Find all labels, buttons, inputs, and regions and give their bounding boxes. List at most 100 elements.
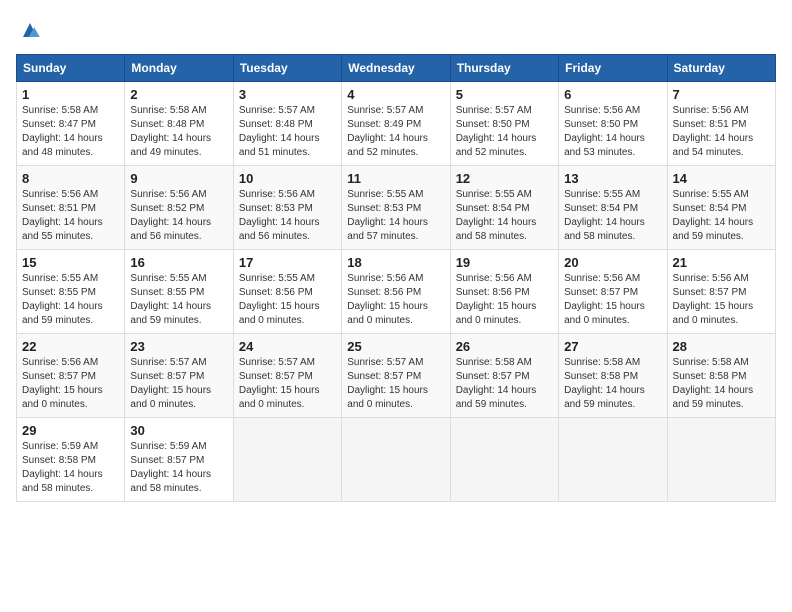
calendar-cell: 2 Sunrise: 5:58 AMSunset: 8:48 PMDaylight… xyxy=(125,82,233,166)
day-info: Sunrise: 5:56 AMSunset: 8:51 PMDaylight:… xyxy=(673,104,770,160)
day-info: Sunrise: 5:57 AMSunset: 8:57 PMDaylight:… xyxy=(130,356,227,412)
calendar-header-row: SundayMondayTuesdayWednesdayThursdayFrid… xyxy=(17,55,776,82)
day-info: Sunrise: 5:56 AMSunset: 8:57 PMDaylight:… xyxy=(673,272,770,328)
calendar-cell: 20Sunrise: 5:56 AMSunset: 8:57 PMDayligh… xyxy=(559,250,667,334)
col-header-saturday: Saturday xyxy=(667,55,775,82)
calendar-cell: 14 Sunrise: 5:55 AMSunset: 8:54 PMDayligh… xyxy=(667,166,775,250)
calendar-cell xyxy=(233,418,341,502)
col-header-sunday: Sunday xyxy=(17,55,125,82)
calendar-cell: 30Sunrise: 5:59 AMSunset: 8:57 PMDayligh… xyxy=(125,418,233,502)
calendar-cell: 1 Sunrise: 5:58 AMSunset: 8:47 PMDaylight… xyxy=(17,82,125,166)
day-info: Sunrise: 5:58 AMSunset: 8:58 PMDaylight:… xyxy=(673,356,770,412)
header xyxy=(16,16,776,44)
col-header-thursday: Thursday xyxy=(450,55,558,82)
calendar-cell: 5 Sunrise: 5:57 AMSunset: 8:50 PMDaylight… xyxy=(450,82,558,166)
day-info: Sunrise: 5:58 AMSunset: 8:47 PMDaylight:… xyxy=(22,104,119,160)
day-number: 12 xyxy=(456,171,553,186)
day-info: Sunrise: 5:56 AMSunset: 8:56 PMDaylight:… xyxy=(347,272,444,328)
calendar-cell xyxy=(342,418,450,502)
day-info: Sunrise: 5:55 AMSunset: 8:55 PMDaylight:… xyxy=(130,272,227,328)
day-info: Sunrise: 5:55 AMSunset: 8:56 PMDaylight:… xyxy=(239,272,336,328)
day-info: Sunrise: 5:56 AMSunset: 8:50 PMDaylight:… xyxy=(564,104,661,160)
col-header-monday: Monday xyxy=(125,55,233,82)
day-number: 15 xyxy=(22,255,119,270)
day-number: 3 xyxy=(239,87,336,102)
calendar-table: SundayMondayTuesdayWednesdayThursdayFrid… xyxy=(16,54,776,502)
day-info: Sunrise: 5:57 AMSunset: 8:48 PMDaylight:… xyxy=(239,104,336,160)
week-row-4: 22 Sunrise: 5:56 AMSunset: 8:57 PMDayligh… xyxy=(17,334,776,418)
day-info: Sunrise: 5:57 AMSunset: 8:49 PMDaylight:… xyxy=(347,104,444,160)
day-info: Sunrise: 5:55 AMSunset: 8:54 PMDaylight:… xyxy=(564,188,661,244)
day-info: Sunrise: 5:56 AMSunset: 8:56 PMDaylight:… xyxy=(456,272,553,328)
calendar-cell: 17 Sunrise: 5:55 AMSunset: 8:56 PMDayligh… xyxy=(233,250,341,334)
day-number: 6 xyxy=(564,87,661,102)
calendar-cell: 18Sunrise: 5:56 AMSunset: 8:56 PMDayligh… xyxy=(342,250,450,334)
calendar-cell xyxy=(450,418,558,502)
day-number: 28 xyxy=(673,339,770,354)
calendar-cell: 15 Sunrise: 5:55 AMSunset: 8:55 PMDayligh… xyxy=(17,250,125,334)
day-info: Sunrise: 5:55 AMSunset: 8:54 PMDaylight:… xyxy=(673,188,770,244)
day-number: 29 xyxy=(22,423,119,438)
day-info: Sunrise: 5:56 AMSunset: 8:51 PMDaylight:… xyxy=(22,188,119,244)
calendar-cell: 22 Sunrise: 5:56 AMSunset: 8:57 PMDayligh… xyxy=(17,334,125,418)
day-info: Sunrise: 5:56 AMSunset: 8:57 PMDaylight:… xyxy=(22,356,119,412)
day-number: 17 xyxy=(239,255,336,270)
day-number: 10 xyxy=(239,171,336,186)
day-number: 7 xyxy=(673,87,770,102)
calendar-cell: 27 Sunrise: 5:58 AMSunset: 8:58 PMDayligh… xyxy=(559,334,667,418)
day-info: Sunrise: 5:57 AMSunset: 8:57 PMDaylight:… xyxy=(347,356,444,412)
calendar-cell: 25 Sunrise: 5:57 AMSunset: 8:57 PMDayligh… xyxy=(342,334,450,418)
calendar-cell: 9 Sunrise: 5:56 AMSunset: 8:52 PMDaylight… xyxy=(125,166,233,250)
calendar-cell: 11 Sunrise: 5:55 AMSunset: 8:53 PMDayligh… xyxy=(342,166,450,250)
logo xyxy=(16,16,48,44)
calendar-cell xyxy=(667,418,775,502)
day-number: 27 xyxy=(564,339,661,354)
day-number: 13 xyxy=(564,171,661,186)
col-header-friday: Friday xyxy=(559,55,667,82)
calendar-cell: 13 Sunrise: 5:55 AMSunset: 8:54 PMDayligh… xyxy=(559,166,667,250)
day-number: 4 xyxy=(347,87,444,102)
day-info: Sunrise: 5:55 AMSunset: 8:55 PMDaylight:… xyxy=(22,272,119,328)
calendar-cell: 23 Sunrise: 5:57 AMSunset: 8:57 PMDayligh… xyxy=(125,334,233,418)
calendar-cell: 7 Sunrise: 5:56 AMSunset: 8:51 PMDaylight… xyxy=(667,82,775,166)
day-info: Sunrise: 5:55 AMSunset: 8:54 PMDaylight:… xyxy=(456,188,553,244)
day-info: Sunrise: 5:57 AMSunset: 8:50 PMDaylight:… xyxy=(456,104,553,160)
day-info: Sunrise: 5:57 AMSunset: 8:57 PMDaylight:… xyxy=(239,356,336,412)
day-info: Sunrise: 5:58 AMSunset: 8:58 PMDaylight:… xyxy=(564,356,661,412)
calendar-cell: 21 Sunrise: 5:56 AMSunset: 8:57 PMDayligh… xyxy=(667,250,775,334)
day-info: Sunrise: 5:56 AMSunset: 8:52 PMDaylight:… xyxy=(130,188,227,244)
day-number: 1 xyxy=(22,87,119,102)
day-number: 26 xyxy=(456,339,553,354)
week-row-2: 8Sunrise: 5:56 AMSunset: 8:51 PMDaylight… xyxy=(17,166,776,250)
calendar-cell xyxy=(559,418,667,502)
calendar-cell: 10 Sunrise: 5:56 AMSunset: 8:53 PMDayligh… xyxy=(233,166,341,250)
calendar-cell: 24 Sunrise: 5:57 AMSunset: 8:57 PMDayligh… xyxy=(233,334,341,418)
calendar-cell: 4 Sunrise: 5:57 AMSunset: 8:49 PMDaylight… xyxy=(342,82,450,166)
calendar-cell: 3 Sunrise: 5:57 AMSunset: 8:48 PMDaylight… xyxy=(233,82,341,166)
day-number: 2 xyxy=(130,87,227,102)
day-info: Sunrise: 5:58 AMSunset: 8:48 PMDaylight:… xyxy=(130,104,227,160)
day-info: Sunrise: 5:56 AMSunset: 8:53 PMDaylight:… xyxy=(239,188,336,244)
day-info: Sunrise: 5:56 AMSunset: 8:57 PMDaylight:… xyxy=(564,272,661,328)
day-number: 11 xyxy=(347,171,444,186)
calendar-cell: 19Sunrise: 5:56 AMSunset: 8:56 PMDayligh… xyxy=(450,250,558,334)
calendar-cell: 8Sunrise: 5:56 AMSunset: 8:51 PMDaylight… xyxy=(17,166,125,250)
week-row-5: 29 Sunrise: 5:59 AMSunset: 8:58 PMDayligh… xyxy=(17,418,776,502)
day-number: 23 xyxy=(130,339,227,354)
day-number: 9 xyxy=(130,171,227,186)
day-number: 21 xyxy=(673,255,770,270)
day-info: Sunrise: 5:59 AMSunset: 8:58 PMDaylight:… xyxy=(22,440,119,496)
day-number: 14 xyxy=(673,171,770,186)
calendar-cell: 26Sunrise: 5:58 AMSunset: 8:57 PMDayligh… xyxy=(450,334,558,418)
day-number: 5 xyxy=(456,87,553,102)
day-number: 30 xyxy=(130,423,227,438)
day-info: Sunrise: 5:55 AMSunset: 8:53 PMDaylight:… xyxy=(347,188,444,244)
day-number: 24 xyxy=(239,339,336,354)
calendar-cell: 16Sunrise: 5:55 AMSunset: 8:55 PMDayligh… xyxy=(125,250,233,334)
col-header-tuesday: Tuesday xyxy=(233,55,341,82)
day-number: 22 xyxy=(22,339,119,354)
week-row-3: 15 Sunrise: 5:55 AMSunset: 8:55 PMDayligh… xyxy=(17,250,776,334)
day-number: 25 xyxy=(347,339,444,354)
logo-icon xyxy=(16,16,44,44)
week-row-1: 1 Sunrise: 5:58 AMSunset: 8:47 PMDaylight… xyxy=(17,82,776,166)
